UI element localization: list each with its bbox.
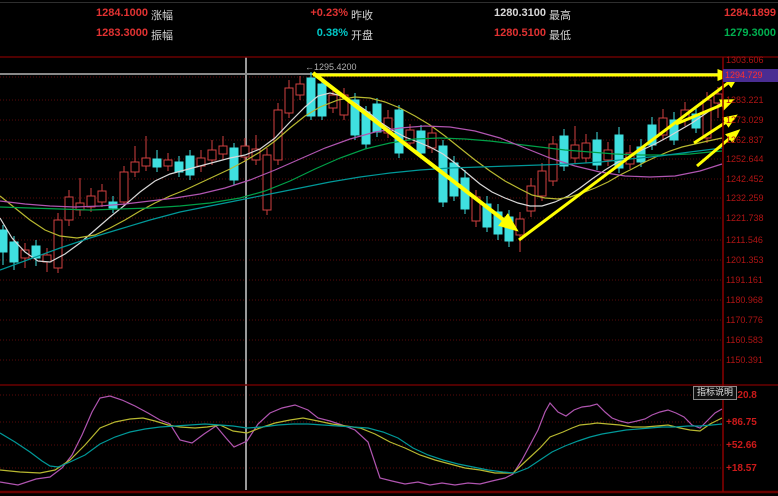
kdj-d-teal — [0, 424, 722, 473]
up-candle — [263, 155, 271, 210]
up-candle — [131, 162, 139, 172]
up-candle — [604, 150, 612, 160]
down-candle — [230, 148, 238, 180]
candlestick-chart[interactable] — [0, 0, 778, 496]
up-candle — [428, 133, 436, 148]
up-candle — [582, 143, 590, 158]
up-candle — [296, 84, 304, 95]
up-candle — [714, 94, 722, 103]
up-candle — [538, 171, 546, 196]
up-candle — [87, 196, 95, 207]
indicator-axis-label: +18.57 — [726, 463, 778, 474]
up-candle — [406, 130, 414, 143]
price-axis-label: 1221.738 — [726, 213, 778, 223]
high-price-annotation: ←1295.4200 — [305, 62, 357, 72]
up-candle — [516, 219, 524, 235]
down-candle — [10, 242, 18, 262]
up-candle — [549, 144, 557, 181]
trend-arrow — [313, 73, 514, 228]
up-candle — [65, 197, 73, 220]
current-price-tag: 1294.729 — [723, 69, 778, 82]
down-candle — [395, 110, 403, 153]
down-candle — [318, 84, 326, 116]
up-candle — [54, 220, 62, 268]
down-candle — [186, 156, 194, 175]
price-axis-label: 1170.776 — [726, 315, 778, 325]
price-axis-label: 1262.837 — [726, 135, 778, 145]
price-axis-label: 1211.546 — [726, 235, 778, 245]
up-candle — [142, 158, 150, 166]
up-candle — [98, 191, 106, 202]
down-candle — [0, 230, 7, 252]
indicator-axis-label: +86.75 — [726, 417, 778, 428]
price-axis-label: 1180.968 — [726, 295, 778, 305]
ma-white — [0, 93, 722, 262]
price-axis-label: 1150.391 — [726, 355, 778, 365]
price-axis-label: 1160.583 — [726, 335, 778, 345]
up-candle — [208, 150, 216, 160]
up-candle — [120, 172, 128, 202]
up-candle — [285, 88, 293, 113]
price-axis-label: 1273.029 — [726, 115, 778, 125]
price-axis-label: 1283.221 — [726, 95, 778, 105]
ma-magenta — [0, 126, 722, 207]
trading-chart-screen: 1284.1000 涨幅 +0.23% 昨收 1280.3100 最高 1284… — [0, 0, 778, 496]
price-axis-label: 1191.161 — [726, 275, 778, 285]
price-axis-label: 1201.353 — [726, 255, 778, 265]
down-candle — [153, 159, 161, 167]
up-candle — [164, 160, 172, 166]
price-axis-label: 1252.644 — [726, 154, 778, 164]
indicator-legend-button[interactable]: 指标说明 — [693, 386, 737, 400]
up-candle — [527, 186, 535, 211]
up-candle — [219, 146, 227, 154]
price-axis-label: 1232.259 — [726, 193, 778, 203]
price-axis-label: 1242.452 — [726, 174, 778, 184]
indicator-axis-label: +52.66 — [726, 440, 778, 451]
price-axis-label: 1303.606 — [726, 55, 778, 65]
